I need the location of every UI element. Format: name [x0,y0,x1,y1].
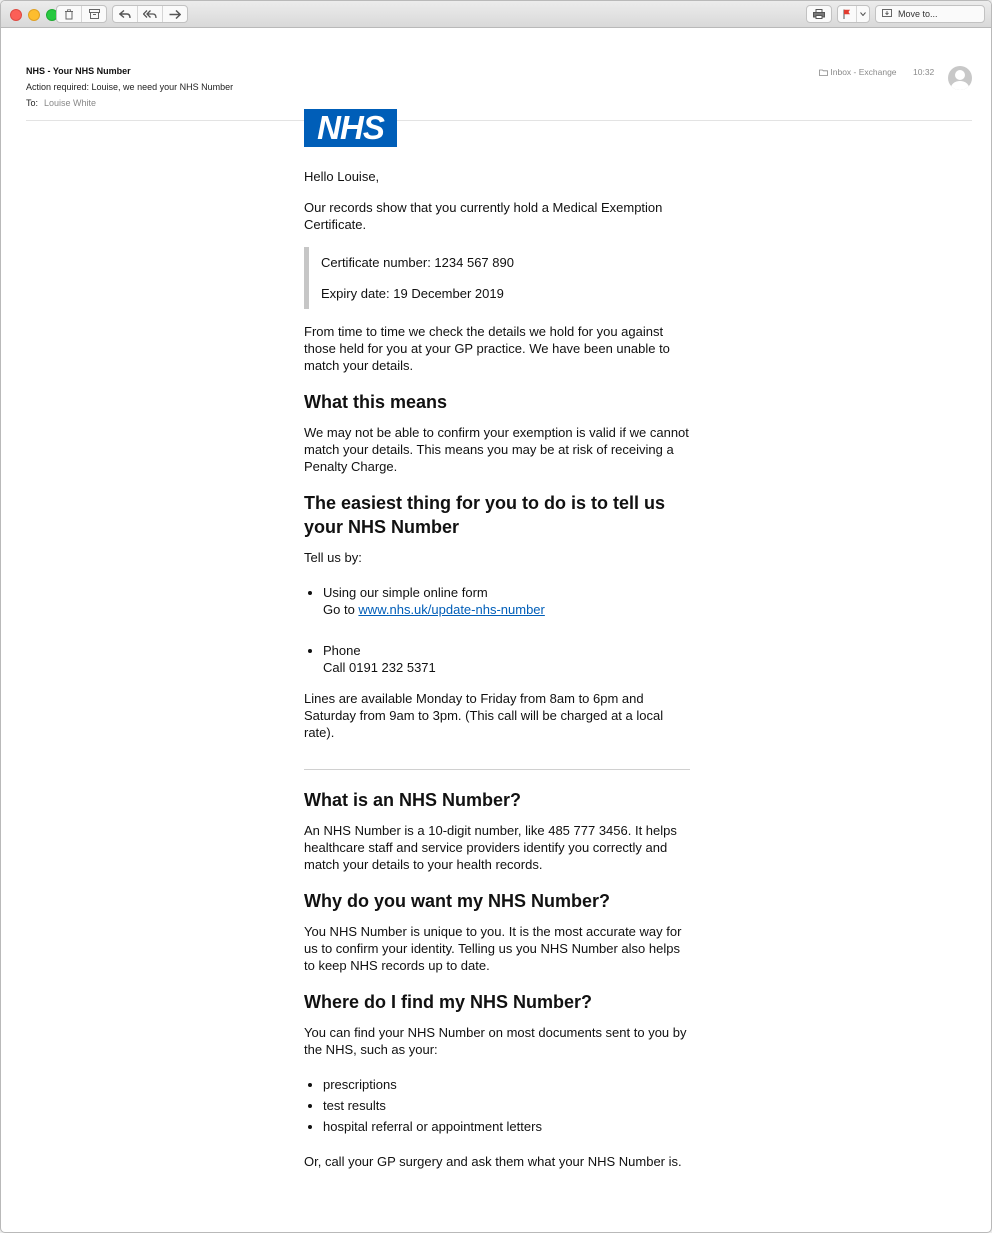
reply-button[interactable] [113,6,138,22]
chevron-down-icon [860,12,866,16]
person-icon-body [951,81,969,90]
mailbox-label: Inbox - Exchange [830,67,897,77]
tell-us-by: Tell us by: [304,550,362,565]
mailbox-location[interactable]: Inbox - Exchange [819,67,897,77]
message-header: NHS - Your NHS Number Action required: L… [1,28,991,121]
documents-list: prescriptions test results hospital refe… [304,1076,690,1135]
folder-icon [819,69,828,76]
message-time: 10:32 [913,67,935,77]
message-subject: Action required: Louise, we need your NH… [26,82,234,92]
nhs-logo: NHS [304,109,397,147]
expiry-date: Expiry date: 19 December 2019 [321,286,504,301]
certificate-inset: Certificate number: 1234 567 890 Expiry … [304,247,690,309]
window-controls [10,9,58,21]
message-sender: NHS - Your NHS Number [26,66,131,76]
online-form-title: Using our simple online form [323,585,488,600]
why-paragraph: You NHS Number is unique to you. It is t… [304,924,682,973]
archive-icon [88,9,100,19]
move-to-label: Move to... [898,9,938,19]
heading-what-this-means: What this means [304,392,448,412]
contact-methods-list: Using our simple online form Go to www.n… [304,584,690,676]
mail-window: Move to... NHS - Your NHS Number Action … [0,0,992,1233]
list-item: prescriptions [323,1076,690,1093]
where-paragraph: You can find your NHS Number on most doc… [304,1025,687,1057]
move-to-button[interactable]: Move to... [875,5,985,23]
reply-group [112,5,188,23]
intro-paragraph: Our records show that you currently hold… [304,200,663,232]
forward-button[interactable] [163,6,187,22]
heading-where-find: Where do I find my NHS Number? [304,992,593,1012]
flag-icon [843,9,850,19]
reply-all-button[interactable] [138,6,163,22]
recipient-line: To: Louise White [26,98,96,108]
list-item-phone: Phone Call 0191 232 5371 [323,642,690,676]
closing-paragraph: Or, call your GP surgery and ask them wh… [304,1154,682,1169]
delete-archive-group [56,5,107,23]
heading-easiest-thing: The easiest thing for you to do is to te… [304,493,666,537]
update-nhs-number-link[interactable]: www.nhs.uk/update-nhs-number [358,602,544,617]
heading-why-nhs-number: Why do you want my NHS Number? [304,891,611,911]
archive-button[interactable] [82,6,106,22]
heading-what-is-nhs-number: What is an NHS Number? [304,790,522,810]
list-item: test results [323,1097,690,1114]
means-paragraph: We may not be able to confirm your exemp… [304,425,689,474]
flag-button[interactable] [838,6,857,22]
person-icon-head [955,70,965,80]
nhs-logo-text: NHS [317,109,385,146]
list-item-online-form: Using our simple online form Go to www.n… [323,584,690,618]
print-button[interactable] [807,6,831,22]
reply-all-icon [143,9,157,18]
trash-icon [65,8,73,19]
certificate-number: Certificate number: 1234 567 890 [321,255,514,270]
opening-hours-paragraph: Lines are available Monday to Friday fro… [304,691,664,740]
phone-number: Call 0191 232 5371 [323,660,436,675]
to-label: To: [26,98,39,108]
list-item: hospital referral or appointment letters [323,1118,690,1135]
what-paragraph: An NHS Number is a 10-digit number, like… [304,823,677,872]
forward-arrow-icon [169,9,181,19]
delete-button[interactable] [57,6,82,22]
avatar [948,66,972,90]
printer-icon [813,9,825,19]
print-group [806,5,832,23]
online-form-prefix: Go to [323,602,355,617]
section-divider [304,769,690,770]
minimize-window-button[interactable] [28,9,40,21]
move-to-folder-icon [876,8,898,20]
phone-title: Phone [323,643,361,658]
flag-menu-button[interactable] [857,6,869,22]
check-paragraph: From time to time we check the details w… [304,324,670,373]
toolbar: Move to... [1,1,991,28]
close-window-button[interactable] [10,9,22,21]
greeting: Hello Louise, [304,169,380,184]
message-body: NHS Hello Louise, Our records show that … [304,109,690,1170]
reply-icon [119,9,131,18]
flag-group [837,5,870,23]
recipient-name[interactable]: Louise White [44,98,96,108]
